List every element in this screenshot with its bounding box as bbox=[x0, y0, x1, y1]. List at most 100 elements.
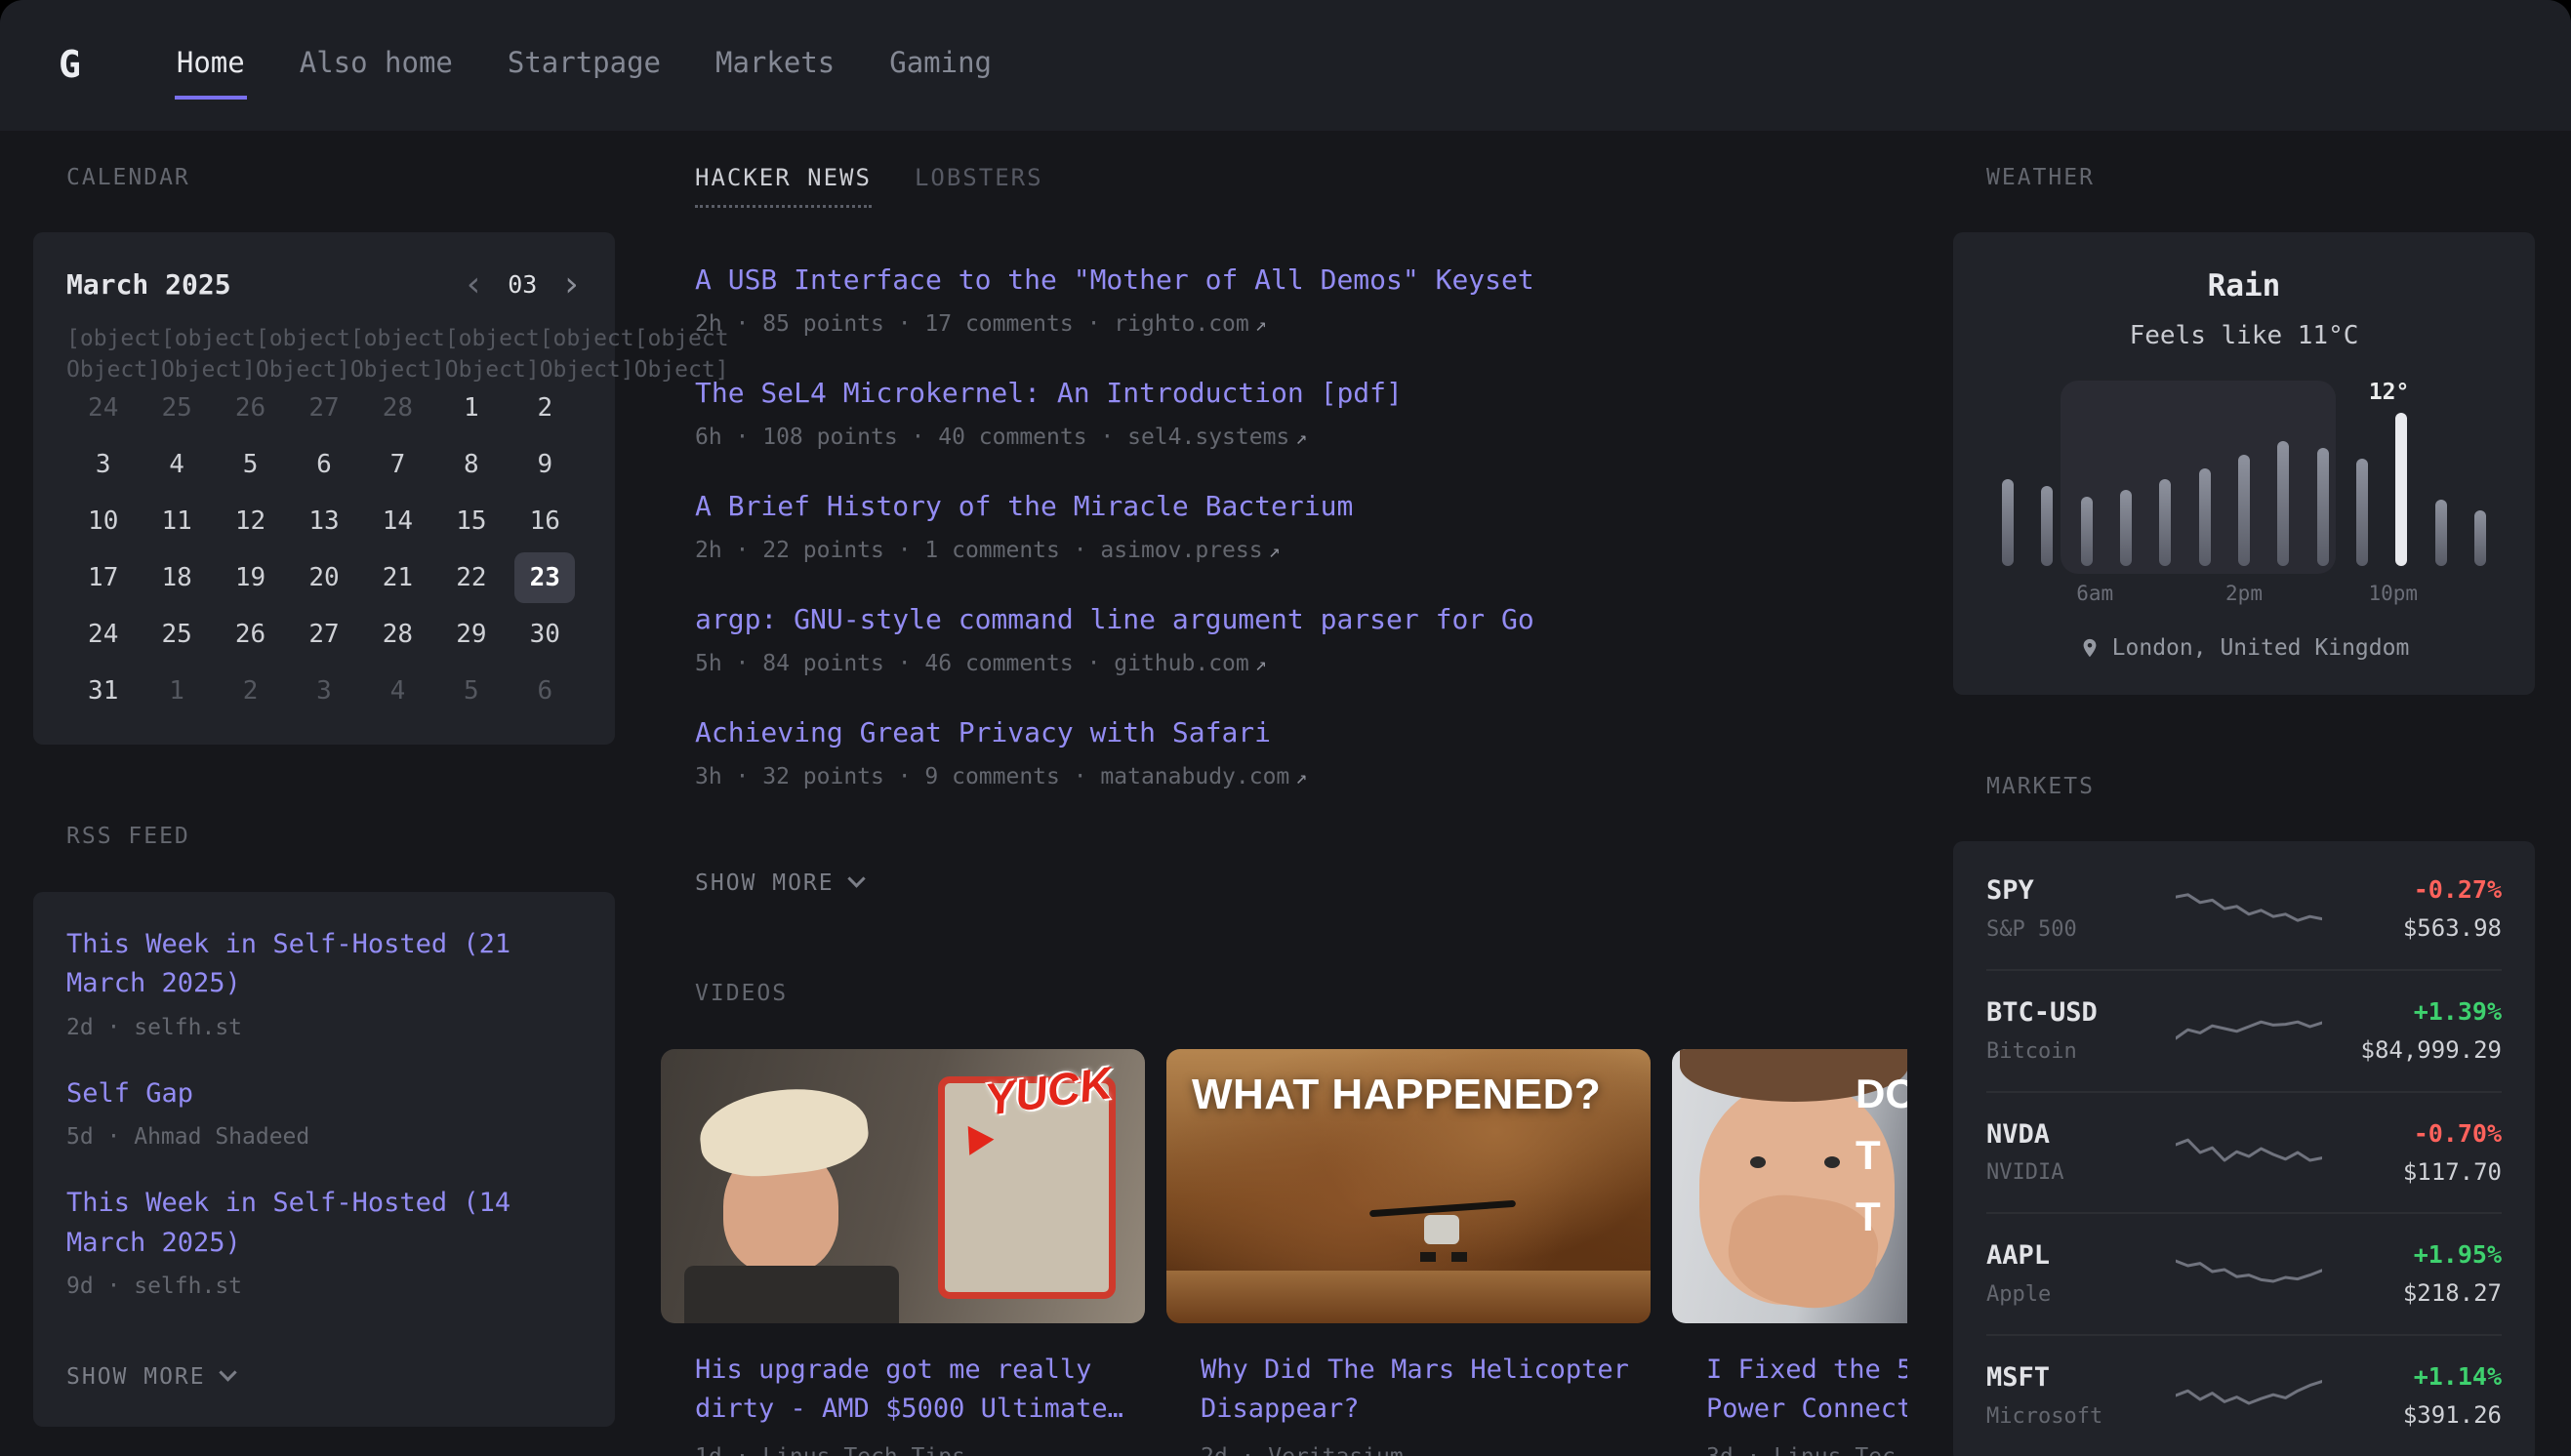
rss-item: This Week in Self-Hosted (14 March 2025)… bbox=[66, 1184, 582, 1302]
market-sparkline bbox=[2176, 1368, 2322, 1423]
nav-tab[interactable]: Markets bbox=[714, 31, 837, 101]
calendar-weekday-label: [object Object] bbox=[350, 329, 445, 380]
news-show-more-button[interactable]: SHOW MORE bbox=[695, 868, 863, 899]
calendar-weekday-row: [object Object][object Object][object Ob… bbox=[66, 329, 582, 380]
rss-item-link[interactable]: This Week in Self-Hosted (21 March 2025) bbox=[66, 925, 582, 1004]
news-meta: 5h · 84 points · 46 comments · github.co… bbox=[695, 648, 1907, 679]
news-domain-link[interactable]: asimov.press↗ bbox=[1100, 538, 1280, 563]
news-list: A USB Interface to the "Mother of All De… bbox=[695, 263, 1907, 793]
videos-section-title: VIDEOS bbox=[695, 978, 1907, 1009]
calendar-section-title: CALENDAR bbox=[66, 162, 615, 193]
calendar-day: 24 bbox=[73, 383, 134, 433]
news-meta: 3h · 32 points · 9 comments · matanabudy… bbox=[695, 761, 1907, 792]
video-title-link[interactable]: I Fixed the 5 Power Connect bbox=[1706, 1351, 1907, 1430]
nav-tab[interactable]: Startpage bbox=[506, 31, 663, 101]
thumbnail-overlay-text: YUCK bbox=[982, 1060, 1114, 1122]
video-card: DO T T I Fixed the 5 Power Connect 3d · … bbox=[1672, 1049, 1907, 1456]
video-card: YUCK His upgrade got me really dirty - A… bbox=[661, 1049, 1145, 1456]
market-price: $391.26 bbox=[2322, 1399, 2502, 1433]
calendar-day-cell: 26 bbox=[214, 606, 287, 663]
market-row[interactable]: MSFT Microsoft +1.14% $391.26 bbox=[1986, 1334, 2502, 1456]
calendar-day: 2 bbox=[514, 383, 575, 433]
market-row[interactable]: BTC-USD Bitcoin +1.39% $84,999.29 bbox=[1986, 969, 2502, 1091]
calendar-day: 26 bbox=[221, 609, 281, 660]
calendar-day: 7 bbox=[367, 439, 428, 490]
news-show-more-label: SHOW MORE bbox=[695, 868, 835, 899]
calendar-day: 3 bbox=[294, 666, 354, 716]
market-row[interactable]: SPY S&P 500 -0.27% $563.98 bbox=[1986, 849, 2502, 969]
weather-time-axis: 6am 2pm 10pm bbox=[2002, 580, 2486, 609]
video-title-link[interactable]: His upgrade got me really dirty - AMD $5… bbox=[695, 1351, 1145, 1430]
calendar-next-icon[interactable]: › bbox=[560, 267, 582, 303]
calendar-day: 1 bbox=[146, 666, 207, 716]
news-tab[interactable]: LOBSTERS bbox=[915, 162, 1043, 208]
calendar-day: 3 bbox=[73, 439, 134, 490]
news-meta-text: 5h · 84 points · 46 comments · bbox=[695, 651, 1114, 676]
right-column: WEATHER Rain Feels like 11°C 12° 6am 2pm… bbox=[1953, 162, 2535, 1456]
calendar-day-cell: 21 bbox=[361, 549, 434, 606]
news-title-link[interactable]: A Brief History of the Miracle Bacterium bbox=[695, 489, 1353, 524]
video-thumbnail[interactable]: WHAT HAPPENED? bbox=[1166, 1049, 1651, 1323]
rss-item: Self Gap 5d · Ahmad Shadeed bbox=[66, 1074, 582, 1153]
app-logo: G bbox=[59, 39, 81, 91]
weather-hour-bar bbox=[2159, 479, 2171, 566]
calendar-day: 28 bbox=[367, 383, 428, 433]
calendar-day-cell: 22 bbox=[434, 549, 508, 606]
middle-column: HACKER NEWS LOBSTERS A USB Interface to t… bbox=[661, 162, 1907, 1456]
news-title-link[interactable]: The SeL4 Microkernel: An Introduction [p… bbox=[695, 376, 1403, 411]
calendar-day-cell: 5 bbox=[434, 663, 508, 719]
calendar-day: 6 bbox=[294, 439, 354, 490]
calendar-day-cell: 17 bbox=[66, 549, 140, 606]
video-thumbnail[interactable]: YUCK bbox=[661, 1049, 1145, 1323]
left-column: CALENDAR March 2025 ‹ 03 › [object Objec… bbox=[33, 162, 615, 1456]
news-meta: 2h · 85 points · 17 comments · righto.co… bbox=[695, 308, 1907, 340]
calendar-day-cell: 19 bbox=[214, 549, 287, 606]
calendar-day-cell: 7 bbox=[361, 436, 434, 493]
market-row[interactable]: NVDA NVIDIA -0.70% $117.70 bbox=[1986, 1091, 2502, 1213]
video-thumbnail[interactable]: DO T T bbox=[1672, 1049, 1907, 1323]
news-domain-link[interactable]: sel4.systems↗ bbox=[1127, 425, 1307, 450]
markets-section-title: MARKETS bbox=[1986, 771, 2535, 802]
rss-item-link[interactable]: Self Gap bbox=[66, 1074, 582, 1114]
market-row[interactable]: AAPL Apple +1.95% $218.27 bbox=[1986, 1212, 2502, 1334]
calendar-day: 30 bbox=[514, 609, 575, 660]
news-tab[interactable]: HACKER NEWS bbox=[695, 162, 872, 208]
news-domain-text: sel4.systems bbox=[1127, 425, 1289, 450]
calendar-day-cell: 27 bbox=[287, 606, 360, 663]
calendar-day-cell: 29 bbox=[434, 606, 508, 663]
calendar-day-cell: 6 bbox=[287, 436, 360, 493]
calendar-day-cell: 4 bbox=[140, 436, 213, 493]
news-domain-link[interactable]: righto.com↗ bbox=[1114, 311, 1267, 337]
calendar-prev-icon[interactable]: ‹ bbox=[464, 267, 485, 303]
external-link-icon: ↗ bbox=[1249, 312, 1267, 336]
news-title-link[interactable]: A USB Interface to the "Mother of All De… bbox=[695, 263, 1534, 298]
market-values: +1.95% $218.27 bbox=[2322, 1237, 2502, 1311]
news-title-link[interactable]: Achieving Great Privacy with Safari bbox=[695, 715, 1271, 750]
calendar-day: 5 bbox=[441, 666, 502, 716]
rss-item-meta: 9d · selfh.st bbox=[66, 1271, 582, 1302]
nav-tab[interactable]: Gaming bbox=[887, 31, 994, 101]
news-domain-link[interactable]: github.com↗ bbox=[1114, 651, 1267, 676]
market-symbol: SPY bbox=[1986, 872, 2176, 910]
nav-tab[interactable]: Home bbox=[175, 31, 247, 101]
video-title-link[interactable]: Why Did The Mars Helicopter Disappear? bbox=[1201, 1351, 1651, 1430]
calendar-day-cell: 16 bbox=[509, 493, 582, 549]
news-domain-link[interactable]: matanabudy.com↗ bbox=[1100, 764, 1307, 789]
calendar-day-cell: 18 bbox=[140, 549, 213, 606]
dashboard-page: G Home Also home Startpage Markets Gaming CA… bbox=[0, 0, 2571, 1456]
weather-hour-bar bbox=[2002, 479, 2014, 566]
calendar-day-cell: 4 bbox=[361, 663, 434, 719]
market-name: Apple bbox=[1986, 1280, 2176, 1311]
rss-item-link[interactable]: This Week in Self-Hosted (14 March 2025) bbox=[66, 1184, 582, 1263]
weather-time-label: 6am bbox=[2076, 580, 2113, 608]
nav-tab[interactable]: Also home bbox=[298, 31, 455, 101]
news-title-link[interactable]: argp: GNU-style command line argument pa… bbox=[695, 602, 1534, 637]
daytime-highlight bbox=[2061, 381, 2337, 574]
rss-show-more-button[interactable]: SHOW MORE bbox=[66, 1361, 234, 1393]
weather-card: Rain Feels like 11°C 12° 6am 2pm 10pm bbox=[1953, 232, 2535, 695]
market-symbol: BTC-USD bbox=[1986, 994, 2176, 1031]
market-name: Microsoft bbox=[1986, 1402, 2176, 1433]
video-meta: 2d · Veritasium bbox=[1201, 1441, 1651, 1456]
news-meta: 2h · 22 points · 1 comments · asimov.pre… bbox=[695, 535, 1907, 566]
market-sparkline bbox=[2176, 882, 2322, 937]
